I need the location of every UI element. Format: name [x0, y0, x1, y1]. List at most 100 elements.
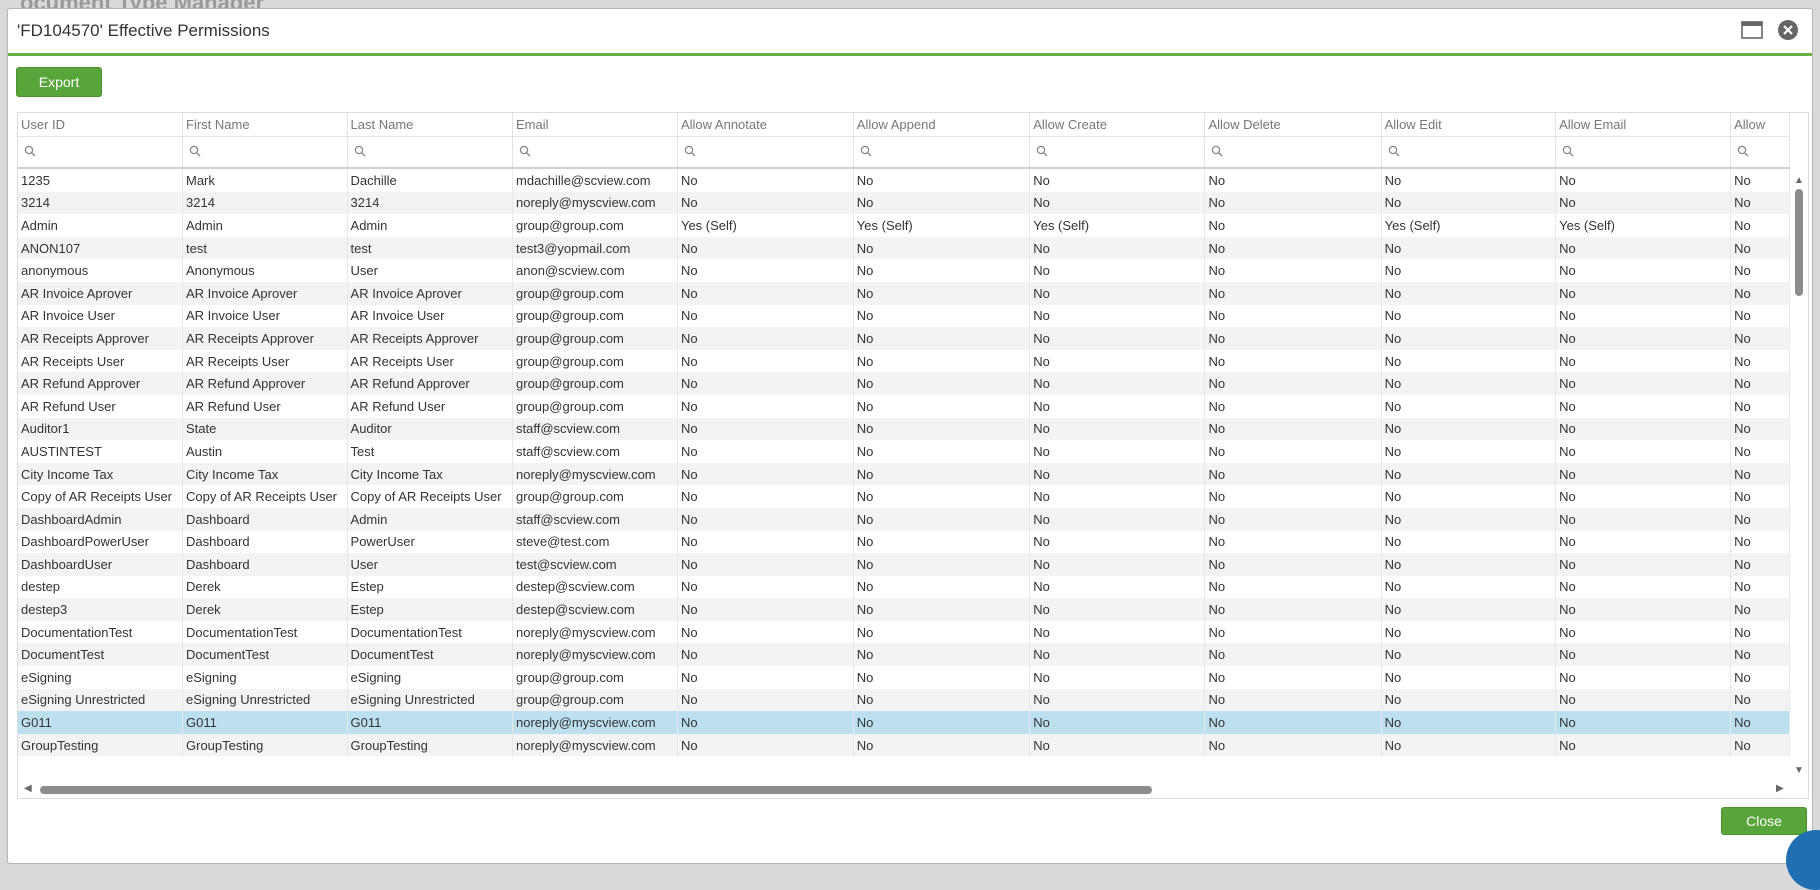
column-filter[interactable] — [347, 136, 514, 169]
maximize-icon[interactable] — [1740, 18, 1764, 42]
close-button[interactable]: Close — [1721, 807, 1807, 835]
table-cell: eSigning — [347, 666, 514, 689]
table-row[interactable]: Auditor1 State Auditor staff@scview.com No No… — [18, 417, 1790, 441]
horizontal-scroll-thumb[interactable] — [40, 786, 1152, 794]
table-row[interactable]: DashboardUser Dashboard User test@scview.co… — [18, 553, 1790, 576]
table-row[interactable]: AR Receipts Approver AR Receipts Approver… — [18, 327, 1790, 350]
table-cell: No — [1730, 485, 1790, 508]
scroll-left-icon[interactable]: ◀ — [24, 783, 32, 794]
scroll-down-icon[interactable]: ▼ — [1794, 765, 1804, 776]
table-cell: No — [1381, 394, 1557, 418]
table-row[interactable]: DocumentTest DocumentTest DocumentTest nore… — [18, 643, 1790, 667]
column-header-allow-annotate[interactable]: Allow Annotate — [677, 113, 854, 137]
table-cell: Dashboard — [182, 507, 348, 531]
table-cell: No — [1204, 575, 1382, 599]
table-cell: City Income Tax — [18, 462, 183, 486]
column-header-allow[interactable]: Allow — [1730, 113, 1790, 137]
column-header-user-id[interactable]: User ID — [18, 113, 183, 137]
table-cell: No — [1381, 462, 1557, 486]
table-cell: No — [1204, 417, 1382, 441]
column-filter[interactable] — [1730, 136, 1790, 169]
table-cell: No — [1204, 372, 1382, 395]
table-row[interactable]: AR Receipts User AR Receipts User AR Recei… — [18, 349, 1790, 373]
table-cell: Admin — [347, 507, 514, 531]
column-filter[interactable] — [182, 136, 348, 169]
table-cell: No — [1730, 733, 1790, 757]
table-cell: Dashboard — [182, 553, 348, 576]
column-filter[interactable] — [1555, 136, 1732, 169]
table-cell: noreply@myscview.com — [512, 462, 678, 486]
table-row[interactable]: Copy of AR Receipts User Copy of AR Recei… — [18, 485, 1790, 508]
scroll-up-icon[interactable]: ▲ — [1794, 175, 1804, 186]
table-row[interactable]: DocumentationTest DocumentationTest Docume… — [18, 620, 1790, 644]
table-cell: No — [1730, 530, 1790, 554]
table-row[interactable]: G011 G011 G011 noreply@myscview.com No No No No… — [18, 711, 1790, 734]
table-cell: DocumentTest — [182, 643, 348, 667]
table-row[interactable]: AR Refund Approver AR Refund Approver AR R… — [18, 372, 1790, 395]
table-row[interactable]: City Income Tax City Income Tax City Incom… — [18, 462, 1790, 486]
table-cell: No — [1730, 281, 1790, 305]
table-row[interactable]: DashboardAdmin Dashboard Admin staff@scview… — [18, 507, 1790, 531]
table-cell: No — [677, 191, 854, 215]
table-row[interactable]: destep Derek Estep destep@scview.com No No No N… — [18, 575, 1790, 599]
table-row[interactable]: 1235 Mark Dachille mdachille@scview.com No No… — [18, 168, 1790, 192]
table-cell: No — [1381, 304, 1557, 328]
vertical-scrollbar[interactable]: ▲ ▼ — [1792, 173, 1806, 781]
vertical-scroll-thumb[interactable] — [1795, 189, 1803, 296]
table-row[interactable]: destep3 Derek Estep destep@scview.com No No No… — [18, 598, 1790, 621]
table-cell: No — [1029, 349, 1206, 373]
search-icon — [189, 145, 201, 160]
table-cell: No — [1381, 530, 1557, 554]
column-header-allow-create[interactable]: Allow Create — [1029, 113, 1206, 137]
table-cell: No — [1204, 327, 1382, 350]
table-row[interactable]: anonymous Anonymous User anon@scview.com No N… — [18, 259, 1790, 282]
table-cell: City Income Tax — [347, 462, 514, 486]
table-cell: No — [677, 643, 854, 667]
table-row[interactable]: DashboardPowerUser Dashboard PowerUser stev… — [18, 530, 1790, 554]
column-filter[interactable] — [1381, 136, 1557, 169]
column-filter[interactable] — [1204, 136, 1382, 169]
table-cell: noreply@myscview.com — [512, 711, 678, 734]
table-cell: No — [853, 372, 1031, 395]
table-row[interactable]: eSigning Unrestricted eSigning Unrestrict… — [18, 688, 1790, 712]
column-filter[interactable] — [18, 136, 183, 169]
table-cell: No — [677, 620, 854, 644]
table-cell: No — [1204, 462, 1382, 486]
column-header-allow-append[interactable]: Allow Append — [853, 113, 1031, 137]
table-cell: 3214 — [347, 191, 514, 215]
table-cell: No — [677, 530, 854, 554]
table-row[interactable]: Admin Admin Admin group@group.com Yes (Self)… — [18, 214, 1790, 237]
table-row[interactable]: AR Refund User AR Refund User AR Refund Us… — [18, 394, 1790, 418]
scroll-right-icon[interactable]: ▶ — [1776, 783, 1784, 794]
table-cell: Austin — [182, 440, 348, 463]
table-cell: No — [1381, 688, 1557, 712]
column-filter[interactable] — [677, 136, 854, 169]
table-row[interactable]: ANON107 test test test3@yopmail.com No No No No… — [18, 236, 1790, 260]
column-filter[interactable] — [512, 136, 678, 169]
close-icon[interactable] — [1776, 18, 1800, 42]
table-cell: PowerUser — [347, 530, 514, 554]
column-filter[interactable] — [1029, 136, 1206, 169]
column-header-last-name[interactable]: Last Name — [347, 113, 514, 137]
horizontal-scrollbar[interactable]: ◀ ▶ — [18, 782, 1790, 796]
table-row[interactable]: AR Invoice Aprover AR Invoice Aprover AR I… — [18, 281, 1790, 305]
column-header-first-name[interactable]: First Name — [182, 113, 348, 137]
column-header-allow-email[interactable]: Allow Email — [1555, 113, 1732, 137]
table-row[interactable]: eSigning eSigning eSigning group@group.com N… — [18, 666, 1790, 689]
column-header-allow-delete[interactable]: Allow Delete — [1204, 113, 1382, 137]
table-row[interactable]: AR Invoice User AR Invoice User AR Invoice… — [18, 304, 1790, 328]
column-header-allow-edit[interactable]: Allow Edit — [1381, 113, 1557, 137]
grid-body: 1235 Mark Dachille mdachille@scview.com No No… — [18, 168, 1790, 757]
table-row[interactable]: GroupTesting GroupTesting GroupTesting nore… — [18, 733, 1790, 757]
table-cell: No — [1730, 598, 1790, 621]
column-filter[interactable] — [853, 136, 1031, 169]
table-cell: Copy of AR Receipts User — [18, 485, 183, 508]
table-row[interactable]: AUSTINTEST Austin Test staff@scview.com No No… — [18, 440, 1790, 463]
column-header-email[interactable]: Email — [512, 113, 678, 137]
table-cell: AR Invoice User — [18, 304, 183, 328]
export-button[interactable]: Export — [16, 67, 102, 97]
table-row[interactable]: 3214 3214 3214 noreply@myscview.com No No No No… — [18, 191, 1790, 215]
table-cell: No — [1555, 349, 1732, 373]
table-cell: Anonymous — [182, 259, 348, 282]
table-cell: DashboardUser — [18, 553, 183, 576]
